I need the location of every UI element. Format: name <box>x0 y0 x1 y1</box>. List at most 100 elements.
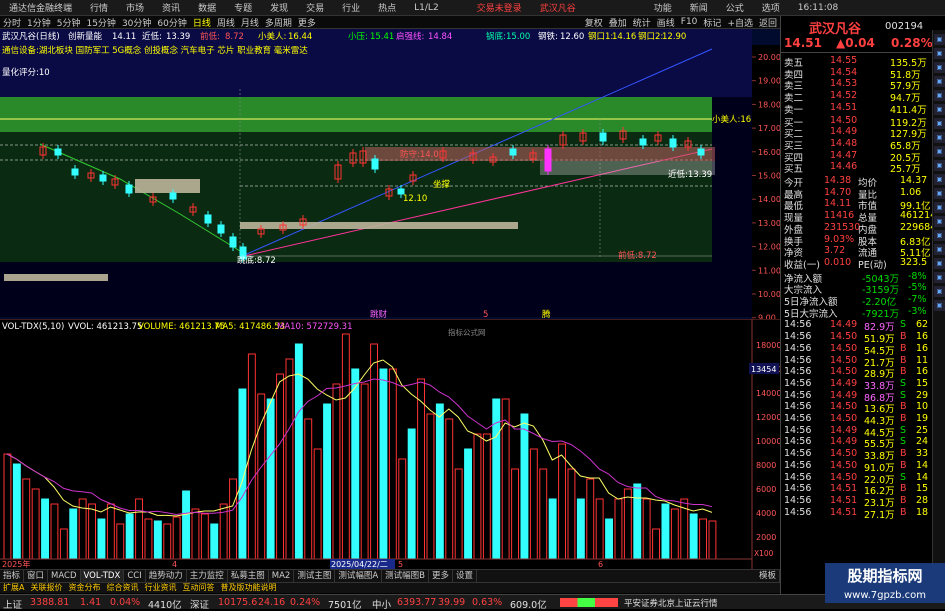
menu-item-gn[interactable]: 功能 <box>645 1 681 14</box>
sidebar-icon-7[interactable]: ▣ <box>934 118 945 129</box>
info-tab-industry[interactable]: 行业资讯 <box>141 583 179 593</box>
quote-cell: 14:56 <box>784 459 812 471</box>
menu-item-rd[interactable]: 热点 <box>369 1 405 14</box>
sidebar-icon-17[interactable]: ▣ <box>934 258 945 269</box>
tab-ma2[interactable]: MA2 <box>269 570 295 582</box>
quote-row: 买四 14.47 20.5万 <box>782 150 932 164</box>
btn-f10[interactable]: F10 <box>678 17 701 27</box>
quote-cell: S <box>900 424 907 436</box>
tab-ceshi-zhutu[interactable]: 测试主图 <box>294 570 336 582</box>
sidebar-icon-18[interactable]: ▣ <box>934 272 945 283</box>
menu-item-l2[interactable]: L1/L2 <box>405 3 448 13</box>
period-month[interactable]: 月线 <box>238 16 262 29</box>
sidebar-icon-14[interactable]: ▣ <box>934 216 945 227</box>
quote-cell: 0.010 <box>824 256 852 268</box>
quote-cell: -5% <box>908 282 927 294</box>
menu-item-jy[interactable]: 交易 <box>297 1 333 14</box>
quote-cell: 14.55 <box>830 55 858 66</box>
sidebar-icon-2[interactable]: ▣ <box>934 48 945 59</box>
period-15m[interactable]: 15分钟 <box>83 16 118 29</box>
tab-more[interactable]: 更多 <box>429 570 454 582</box>
info-tab-news[interactable]: 综合资讯 <box>103 583 141 593</box>
info-tab-ext[interactable]: 扩展A <box>0 583 27 593</box>
info-tab-qa[interactable]: 互动问答 <box>179 583 217 593</box>
volume-bar <box>41 498 49 560</box>
xaxis-label-2: 2025/04/22/二 <box>331 560 388 569</box>
bottom-area <box>0 262 752 317</box>
btn-tongji[interactable]: 统计 <box>630 16 654 29</box>
sidebar-icon-19[interactable]: ▣ <box>934 286 945 297</box>
tab-macd[interactable]: MACD <box>48 570 81 582</box>
sidebar-icon-12[interactable]: ▣ <box>934 188 945 199</box>
sidebar-icon-13[interactable]: ▣ <box>934 202 945 213</box>
label-5: 5 <box>483 310 488 319</box>
volume-chart[interactable]: 1800016000140001200010000800060004000200… <box>0 319 780 569</box>
login-status[interactable]: 交易未登录 <box>468 1 531 14</box>
menu-item-sc[interactable]: 市场 <box>117 1 153 14</box>
tab-settings[interactable]: 设置 <box>453 570 478 582</box>
period-fs[interactable]: 分时 <box>0 16 24 29</box>
tab-qushi[interactable]: 趋势动力 <box>146 570 187 582</box>
period-day[interactable]: 日线 <box>190 16 214 29</box>
menu-item-hq[interactable]: 行情 <box>81 1 117 14</box>
quote-cell: 14.70 <box>824 186 852 198</box>
tab-simu[interactable]: 私募主图 <box>228 570 269 582</box>
volume-bar <box>323 403 332 560</box>
menu-item-xw[interactable]: 新闻 <box>681 1 717 14</box>
price-chart[interactable]: 20.00 19.00 18.00 17.00 16.00 15.00 14.00 13.00… <box>0 29 780 319</box>
quote-row: 买三 14.48 65.8万 <box>782 138 932 152</box>
period-multi[interactable]: 多周期 <box>262 16 295 29</box>
sidebar-icon-15[interactable]: ▣ <box>934 230 945 241</box>
period-30m[interactable]: 30分钟 <box>119 16 154 29</box>
sidebar-icon-20[interactable]: ▣ <box>934 300 945 311</box>
price-ytick: 15.00 <box>758 172 780 181</box>
sidebar-icon-9[interactable]: ▣ <box>934 146 945 157</box>
tab-zhibiao[interactable]: 指标 <box>0 570 25 582</box>
quote-row: 14:56 14.50 54.5万 B 16 <box>782 343 932 357</box>
menu-item-gs[interactable]: 公式 <box>717 1 753 14</box>
sidebar-icon-4[interactable]: ▣ <box>934 76 945 87</box>
btn-diejia[interactable]: 叠加 <box>606 16 630 29</box>
quote-row: 卖五 14.55 135.5万 <box>782 55 932 69</box>
btn-huaxian[interactable]: 画线 <box>654 16 678 29</box>
info-tab-related[interactable]: 关联报价 <box>27 583 65 593</box>
sidebar-icon-3[interactable]: ▣ <box>934 62 945 73</box>
menu-item-hy[interactable]: 行业 <box>333 1 369 14</box>
tab-vol-tdx[interactable]: VOL-TDX <box>80 570 125 582</box>
period-5m[interactable]: 5分钟 <box>54 16 84 29</box>
period-more[interactable]: 更多 <box>295 16 319 29</box>
sidebar-icon-1[interactable]: ▣ <box>934 34 945 45</box>
volume-bar <box>182 490 191 560</box>
btn-fuquan[interactable]: 复权 <box>582 16 606 29</box>
period-60m[interactable]: 60分钟 <box>154 16 189 29</box>
sidebar-icon-16[interactable]: ▣ <box>934 244 945 255</box>
menu-item-fx[interactable]: 发现 <box>261 1 297 14</box>
menu-item-xx[interactable]: 选项 <box>753 1 789 14</box>
tab-ceshi-a[interactable]: 测试幅图A <box>335 570 383 582</box>
tab-cci[interactable]: CCI <box>124 570 146 582</box>
period-1m[interactable]: 1分钟 <box>24 16 54 29</box>
sidebar-icon-6[interactable]: ▣ <box>934 104 945 115</box>
tab-ceshi-b[interactable]: 测试幅图B <box>382 570 429 582</box>
period-week[interactable]: 周线 <box>214 16 238 29</box>
sidebar-icon-8[interactable]: ▣ <box>934 132 945 143</box>
quote-cell: 14:56 <box>784 436 812 448</box>
sidebar-icon-10[interactable]: ▣ <box>934 160 945 171</box>
tab-zhuli[interactable]: 主力监控 <box>187 570 228 582</box>
info-tab-fund[interactable]: 资金分布 <box>65 583 103 593</box>
sidebar-icon-5[interactable]: ▣ <box>934 90 945 101</box>
menu-item-sj[interactable]: 数据 <box>189 1 225 14</box>
btn-zixuan[interactable]: +自选 <box>724 16 756 29</box>
menu-item-zx[interactable]: 资讯 <box>153 1 189 14</box>
sidebar-icon-11[interactable]: ▣ <box>934 174 945 185</box>
quote-cell: 14.49 <box>830 377 858 389</box>
quote-row: 卖二 14.52 94.7万 <box>782 90 932 104</box>
tab-template[interactable]: 模板 <box>756 570 780 582</box>
btn-back[interactable]: 返回 <box>756 16 780 29</box>
btn-biaoji[interactable]: 标记 <box>700 16 724 29</box>
info-tab-help[interactable]: 普及版功能说明 <box>217 583 279 593</box>
volume-bar <box>266 398 275 560</box>
menu-item-zt[interactable]: 专题 <box>225 1 261 14</box>
quote-row: 现量 11416 总量 461214 <box>782 210 936 224</box>
tab-chuangkou[interactable]: 窗口 <box>24 570 49 582</box>
